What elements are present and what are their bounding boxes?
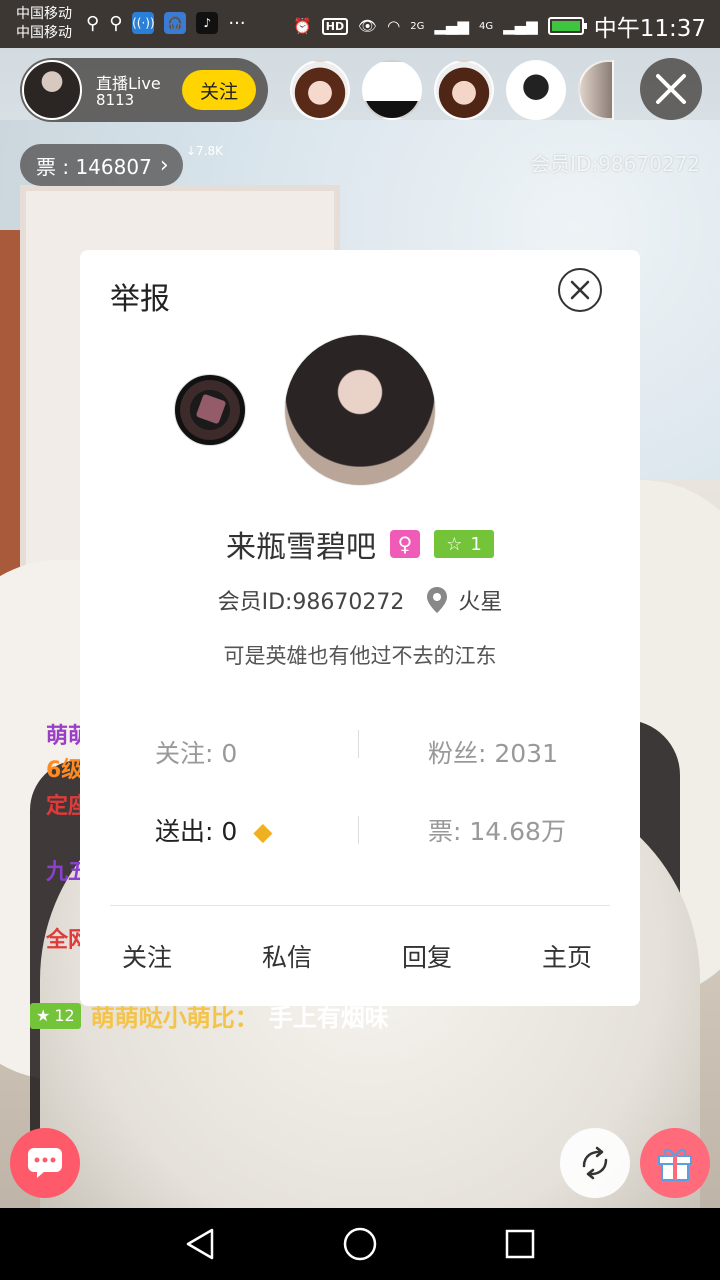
signal-icon: ▂▄▆ — [434, 17, 469, 35]
headset-icon: 🎧 — [164, 12, 187, 34]
status-bar: 中国移动 中国移动 ⚲ ⚲ ((·)) 🎧 ♪ ··· ⏰ HD 👁 ◠ 2G … — [0, 0, 720, 48]
user-avatar[interactable] — [284, 334, 436, 486]
usb-icon: ⚲ — [86, 12, 100, 34]
rank-indicator: ↓7.8K — [186, 144, 224, 158]
hotspot-icon: ((·)) — [132, 12, 155, 34]
dialog-close-button[interactable] — [558, 268, 602, 312]
fans-count[interactable]: 粉丝: 2031 — [428, 734, 558, 770]
user-level-number: 1 — [470, 533, 482, 555]
location-pin-icon — [427, 587, 448, 613]
location: 火星 — [458, 590, 503, 615]
divider — [358, 730, 359, 758]
tickets-pill[interactable]: 票 : 146807 › — [20, 144, 183, 186]
navigation-bar — [0, 1208, 720, 1280]
username-row: 来瓶雪碧吧 ♀ ☆ 1 — [80, 522, 640, 566]
usb-icon: ⚲ — [109, 12, 123, 34]
close-icon — [656, 74, 686, 104]
homepage-button[interactable]: 主页 — [542, 938, 592, 974]
viewer-avatar[interactable] — [578, 60, 614, 120]
chat-button[interactable] — [10, 1128, 80, 1198]
female-gender-icon: ♀ — [390, 530, 420, 558]
wifi-icon: ◠ — [387, 17, 401, 35]
streamer-member-id: 会员ID:98670272 — [530, 152, 700, 176]
home-button[interactable] — [340, 1224, 380, 1264]
eye-icon: 👁 — [358, 17, 378, 35]
chevron-right-icon: › — [159, 152, 169, 178]
recents-button[interactable] — [500, 1224, 540, 1264]
carrier-2: 中国移动 — [16, 25, 72, 41]
back-button[interactable] — [180, 1224, 220, 1264]
recents-square-icon — [505, 1229, 535, 1259]
following-count[interactable]: 关注: 0 — [155, 734, 237, 770]
notification-icons: ⚲ ⚲ ((·)) 🎧 ♪ ··· — [86, 12, 246, 34]
follow-streamer-button[interactable]: 关注 — [182, 70, 256, 110]
streamer-info[interactable]: 直播Live 8113 关注 — [20, 58, 268, 122]
message-button[interactable]: 私信 — [262, 938, 312, 974]
clock: 中午11:37 — [593, 16, 706, 42]
gift-button[interactable] — [640, 1128, 710, 1198]
gift-icon — [658, 1148, 692, 1181]
chat-message-partial: 6级 — [46, 758, 84, 783]
diamond-icon: ◆ — [253, 817, 273, 846]
system-status: ⏰ HD 👁 ◠ 2G ▂▄▆ 4G ▂▄▆ 中午11:37 — [293, 9, 706, 43]
star-icon: ☆ — [446, 533, 463, 555]
reply-button[interactable]: 回复 — [402, 938, 452, 974]
user-signature: 可是英雄也有他过不去的江东 — [223, 644, 497, 668]
viewer-avatar[interactable] — [434, 60, 494, 120]
user-profile-dialog: 举报 来瓶雪碧吧 ♀ ☆ 1 会员ID:98670272 火星 可是英雄也有他过… — [80, 250, 640, 1006]
tickets-count: 票: 14.68万 — [428, 817, 566, 846]
user-level-badge: ☆ 1 — [434, 530, 494, 558]
viewer-avatar[interactable] — [290, 60, 350, 120]
report-button[interactable]: 举报 — [110, 274, 170, 318]
viewer-avatar[interactable] — [362, 60, 422, 120]
carrier-labels: 中国移动 中国移动 — [16, 5, 72, 43]
tiktok-icon: ♪ — [196, 12, 219, 34]
network-type-2: 4G — [478, 20, 494, 32]
viewer-list — [290, 60, 614, 120]
close-icon — [570, 280, 590, 300]
signal-icon: ▂▄▆ — [503, 17, 538, 35]
door-frame — [0, 230, 20, 610]
home-circle-icon — [343, 1227, 377, 1261]
network-type-1: 2G — [410, 20, 425, 32]
divider — [110, 905, 610, 906]
battery-icon — [547, 17, 587, 35]
alarm-icon: ⏰ — [293, 17, 312, 35]
user-level-number: 12 — [54, 1006, 75, 1025]
member-info-row: 会员ID:98670272 火星 — [80, 584, 640, 616]
viewer-avatar[interactable] — [506, 60, 566, 120]
streamer-id: 8113 — [96, 91, 135, 109]
tickets-label: 票 : 146807 — [36, 154, 152, 179]
chat-bubble-icon — [28, 1148, 62, 1178]
star-icon: ★ — [36, 1006, 51, 1025]
back-triangle-icon — [186, 1228, 214, 1260]
gifts-sent: 送出: 0 ◆ — [155, 812, 272, 848]
gifts-sent-label: 送出: 0 — [155, 817, 238, 846]
divider — [358, 816, 359, 844]
username: 来瓶雪碧吧 — [226, 530, 376, 565]
guardian-avatar[interactable] — [174, 374, 246, 446]
follow-button[interactable]: 关注 — [122, 938, 172, 974]
share-button[interactable] — [560, 1128, 630, 1198]
carrier-1: 中国移动 — [16, 6, 72, 22]
member-id: 会员ID:98670272 — [217, 590, 405, 615]
streamer-avatar[interactable] — [22, 60, 82, 120]
hd-icon: HD — [321, 17, 349, 35]
user-level-badge: ★ 12 — [30, 1002, 81, 1029]
share-icon — [582, 1146, 608, 1180]
close-stream-button[interactable] — [640, 58, 702, 120]
more-icon: ··· — [228, 12, 246, 34]
